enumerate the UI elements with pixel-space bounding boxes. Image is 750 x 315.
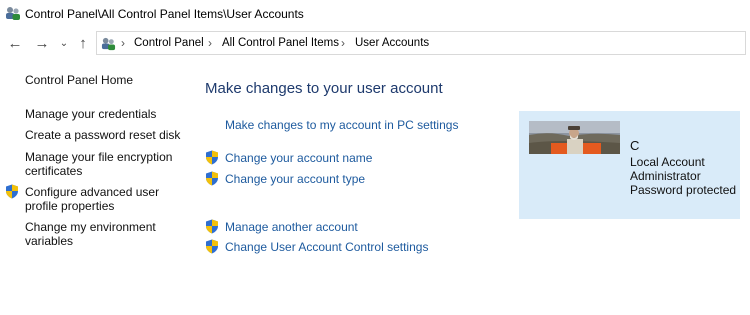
change-account-name-link[interactable]: Change your account name	[225, 151, 372, 165]
window-title: Control Panel\All Control Panel Items\Us…	[25, 7, 304, 21]
uac-shield-icon	[206, 219, 218, 234]
sidebar-item-manage-credentials[interactable]: Manage your credentials	[25, 107, 185, 121]
uac-settings-link[interactable]: Change User Account Control settings	[225, 240, 428, 254]
title-bar: Control Panel\All Control Panel Items\Us…	[0, 0, 750, 28]
uac-shield-icon	[206, 239, 218, 254]
account-name: C	[630, 138, 640, 153]
sidebar-item-password-reset-disk[interactable]: Create a password reset disk	[25, 128, 185, 142]
forward-arrow-icon[interactable]: →	[33, 35, 51, 53]
recent-locations-chevron-down-icon[interactable]: ⌄	[55, 35, 73, 53]
sidebar-item-environment-variables[interactable]: Change my environment variables	[25, 220, 185, 248]
sidebar-item-file-encryption-certificates[interactable]: Manage your file encryption certificates	[25, 150, 185, 178]
breadcrumb-separator-icon[interactable]: ›	[208, 36, 212, 50]
page-title: Make changes to your user account	[205, 80, 443, 97]
change-account-type-link[interactable]: Change your account type	[225, 172, 365, 186]
navigation-bar: ← → ⌄ ↑ › Control Panel › All Control Pa…	[0, 31, 750, 57]
address-bar[interactable]: › Control Panel › All Control Panel Item…	[96, 31, 746, 55]
account-role-label: Administrator	[630, 169, 701, 183]
user-accounts-icon	[101, 37, 116, 51]
user-accounts-icon	[6, 7, 20, 20]
breadcrumb-user-accounts[interactable]: User Accounts	[355, 37, 429, 49]
account-info-panel: C Local Account Administrator Password p…	[519, 111, 740, 219]
sidebar-item-advanced-user-profile[interactable]: Configure advanced user profile properti…	[25, 185, 185, 213]
uac-shield-icon	[206, 171, 218, 186]
password-status-label: Password protected	[630, 183, 737, 197]
back-arrow-icon[interactable]: ←	[6, 35, 24, 53]
account-picture[interactable]	[529, 121, 620, 154]
uac-shield-icon	[206, 150, 218, 165]
breadcrumb-separator-icon[interactable]: ›	[341, 36, 345, 50]
pc-settings-link[interactable]: Make changes to my account in PC setting…	[225, 118, 458, 132]
breadcrumb-all-control-panel-items[interactable]: All Control Panel Items	[222, 37, 339, 49]
uac-shield-icon	[6, 184, 18, 199]
up-arrow-icon[interactable]: ↑	[74, 35, 92, 53]
sidebar-item-control-panel-home[interactable]: Control Panel Home	[25, 73, 185, 87]
breadcrumb-control-panel[interactable]: Control Panel	[134, 37, 204, 49]
account-type-label: Local Account	[630, 155, 705, 169]
manage-another-account-link[interactable]: Manage another account	[225, 220, 358, 234]
breadcrumb-separator-icon[interactable]: ›	[121, 36, 125, 50]
